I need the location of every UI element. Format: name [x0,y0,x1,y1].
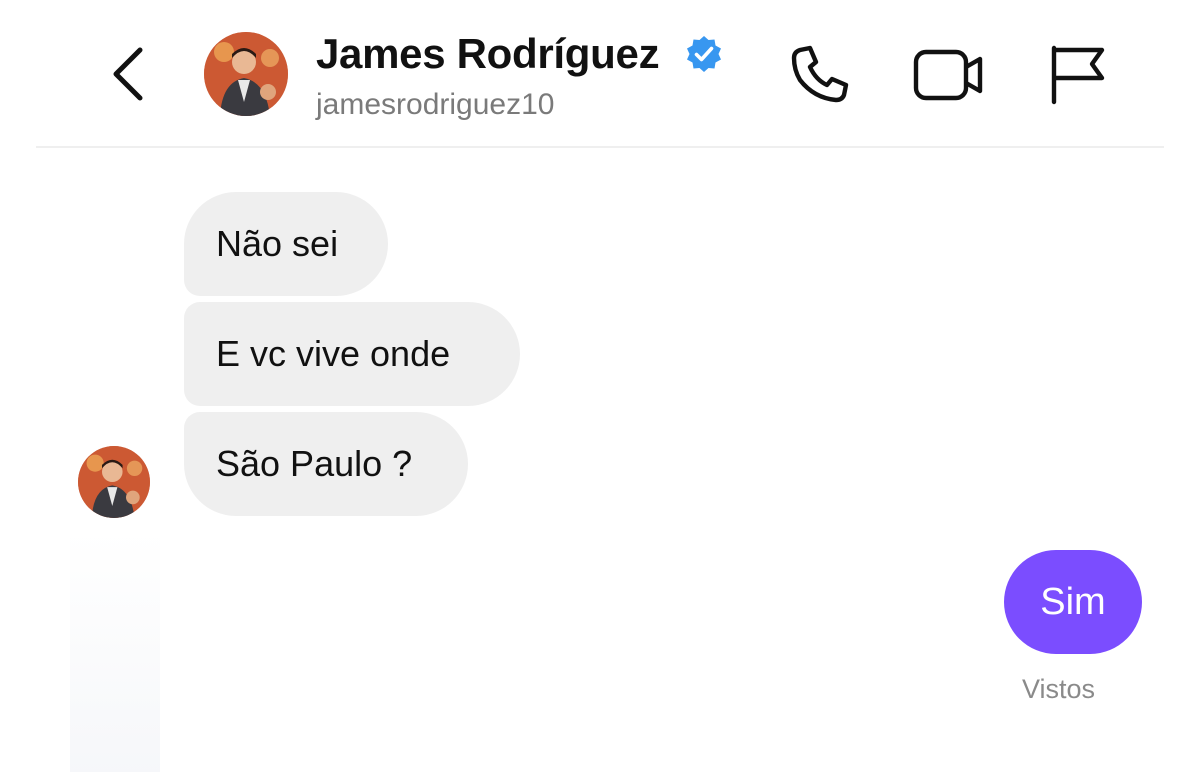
background-shade [70,530,160,772]
sender-avatar[interactable] [78,446,150,518]
message-text: São Paulo ? [216,443,413,484]
outgoing-message[interactable]: Sim [1004,550,1142,654]
verified-badge-icon [684,34,724,74]
chevron-left-icon [113,47,143,101]
seen-status: Vistos [1022,674,1096,704]
contact-avatar[interactable] [204,32,288,116]
chat-screen: James Rodríguez jamesrodriguez10 Não sei… [0,0,1200,772]
audio-call-button[interactable] [786,40,854,108]
header-divider [36,146,1164,148]
back-button[interactable] [108,44,152,104]
video-call-button[interactable] [908,40,988,108]
video-camera-icon [913,49,983,101]
contact-name[interactable]: James Rodríguez [316,30,660,78]
message-text: E vc vive onde [216,333,451,374]
message-text: Não sei [216,223,339,264]
avatar-photo [78,446,150,518]
incoming-message[interactable]: São Paulo ? [184,412,468,516]
flag-icon [1051,45,1105,105]
phone-icon [791,45,849,103]
incoming-message[interactable]: Não sei [184,192,388,296]
incoming-message[interactable]: E vc vive onde [184,302,520,406]
chat-header: James Rodríguez jamesrodriguez10 [0,0,1200,148]
avatar-photo [204,32,288,116]
report-button[interactable] [1040,40,1110,108]
message-text: Sim [1040,580,1106,623]
contact-handle: jamesrodriguez10 [316,88,555,121]
